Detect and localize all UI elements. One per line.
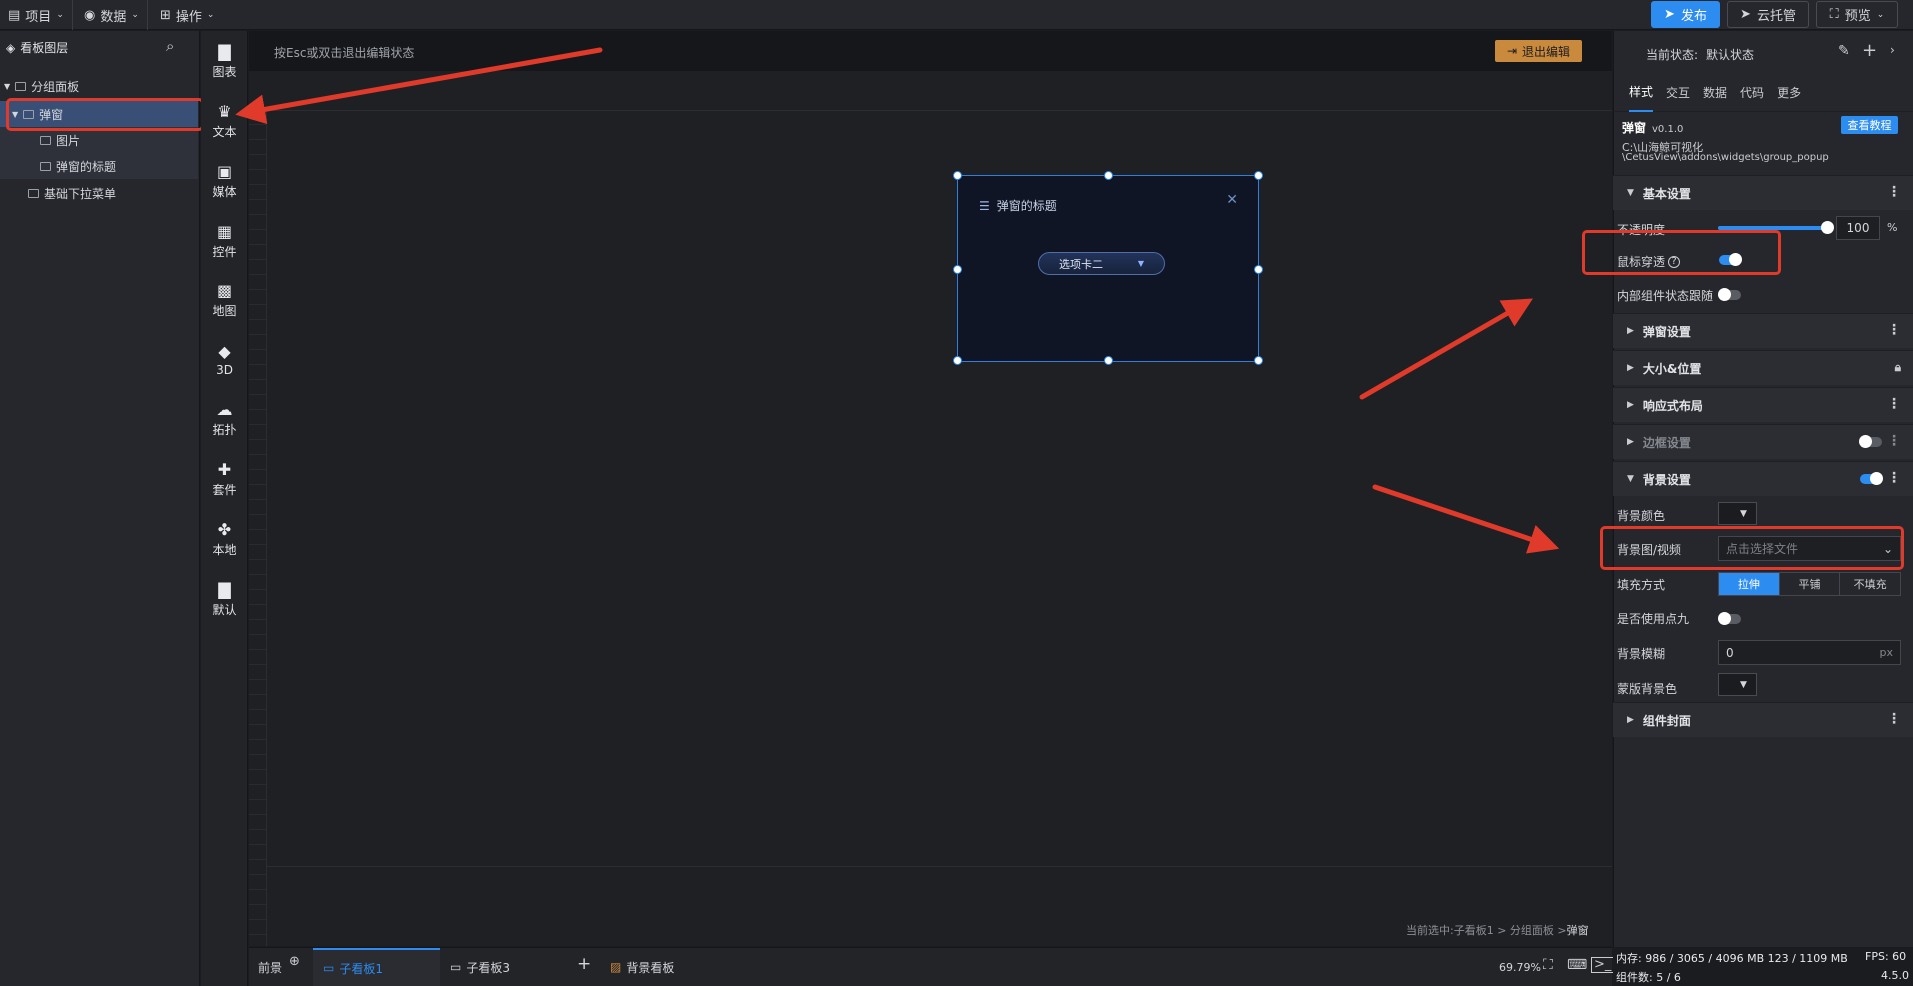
- annotation-arrow-layer: [235, 47, 603, 125]
- annotation-arrow-mouse-through: [1359, 298, 1533, 400]
- annotation-arrows: [235, 47, 1560, 554]
- annotation-arrow-bg-media: [1372, 484, 1560, 554]
